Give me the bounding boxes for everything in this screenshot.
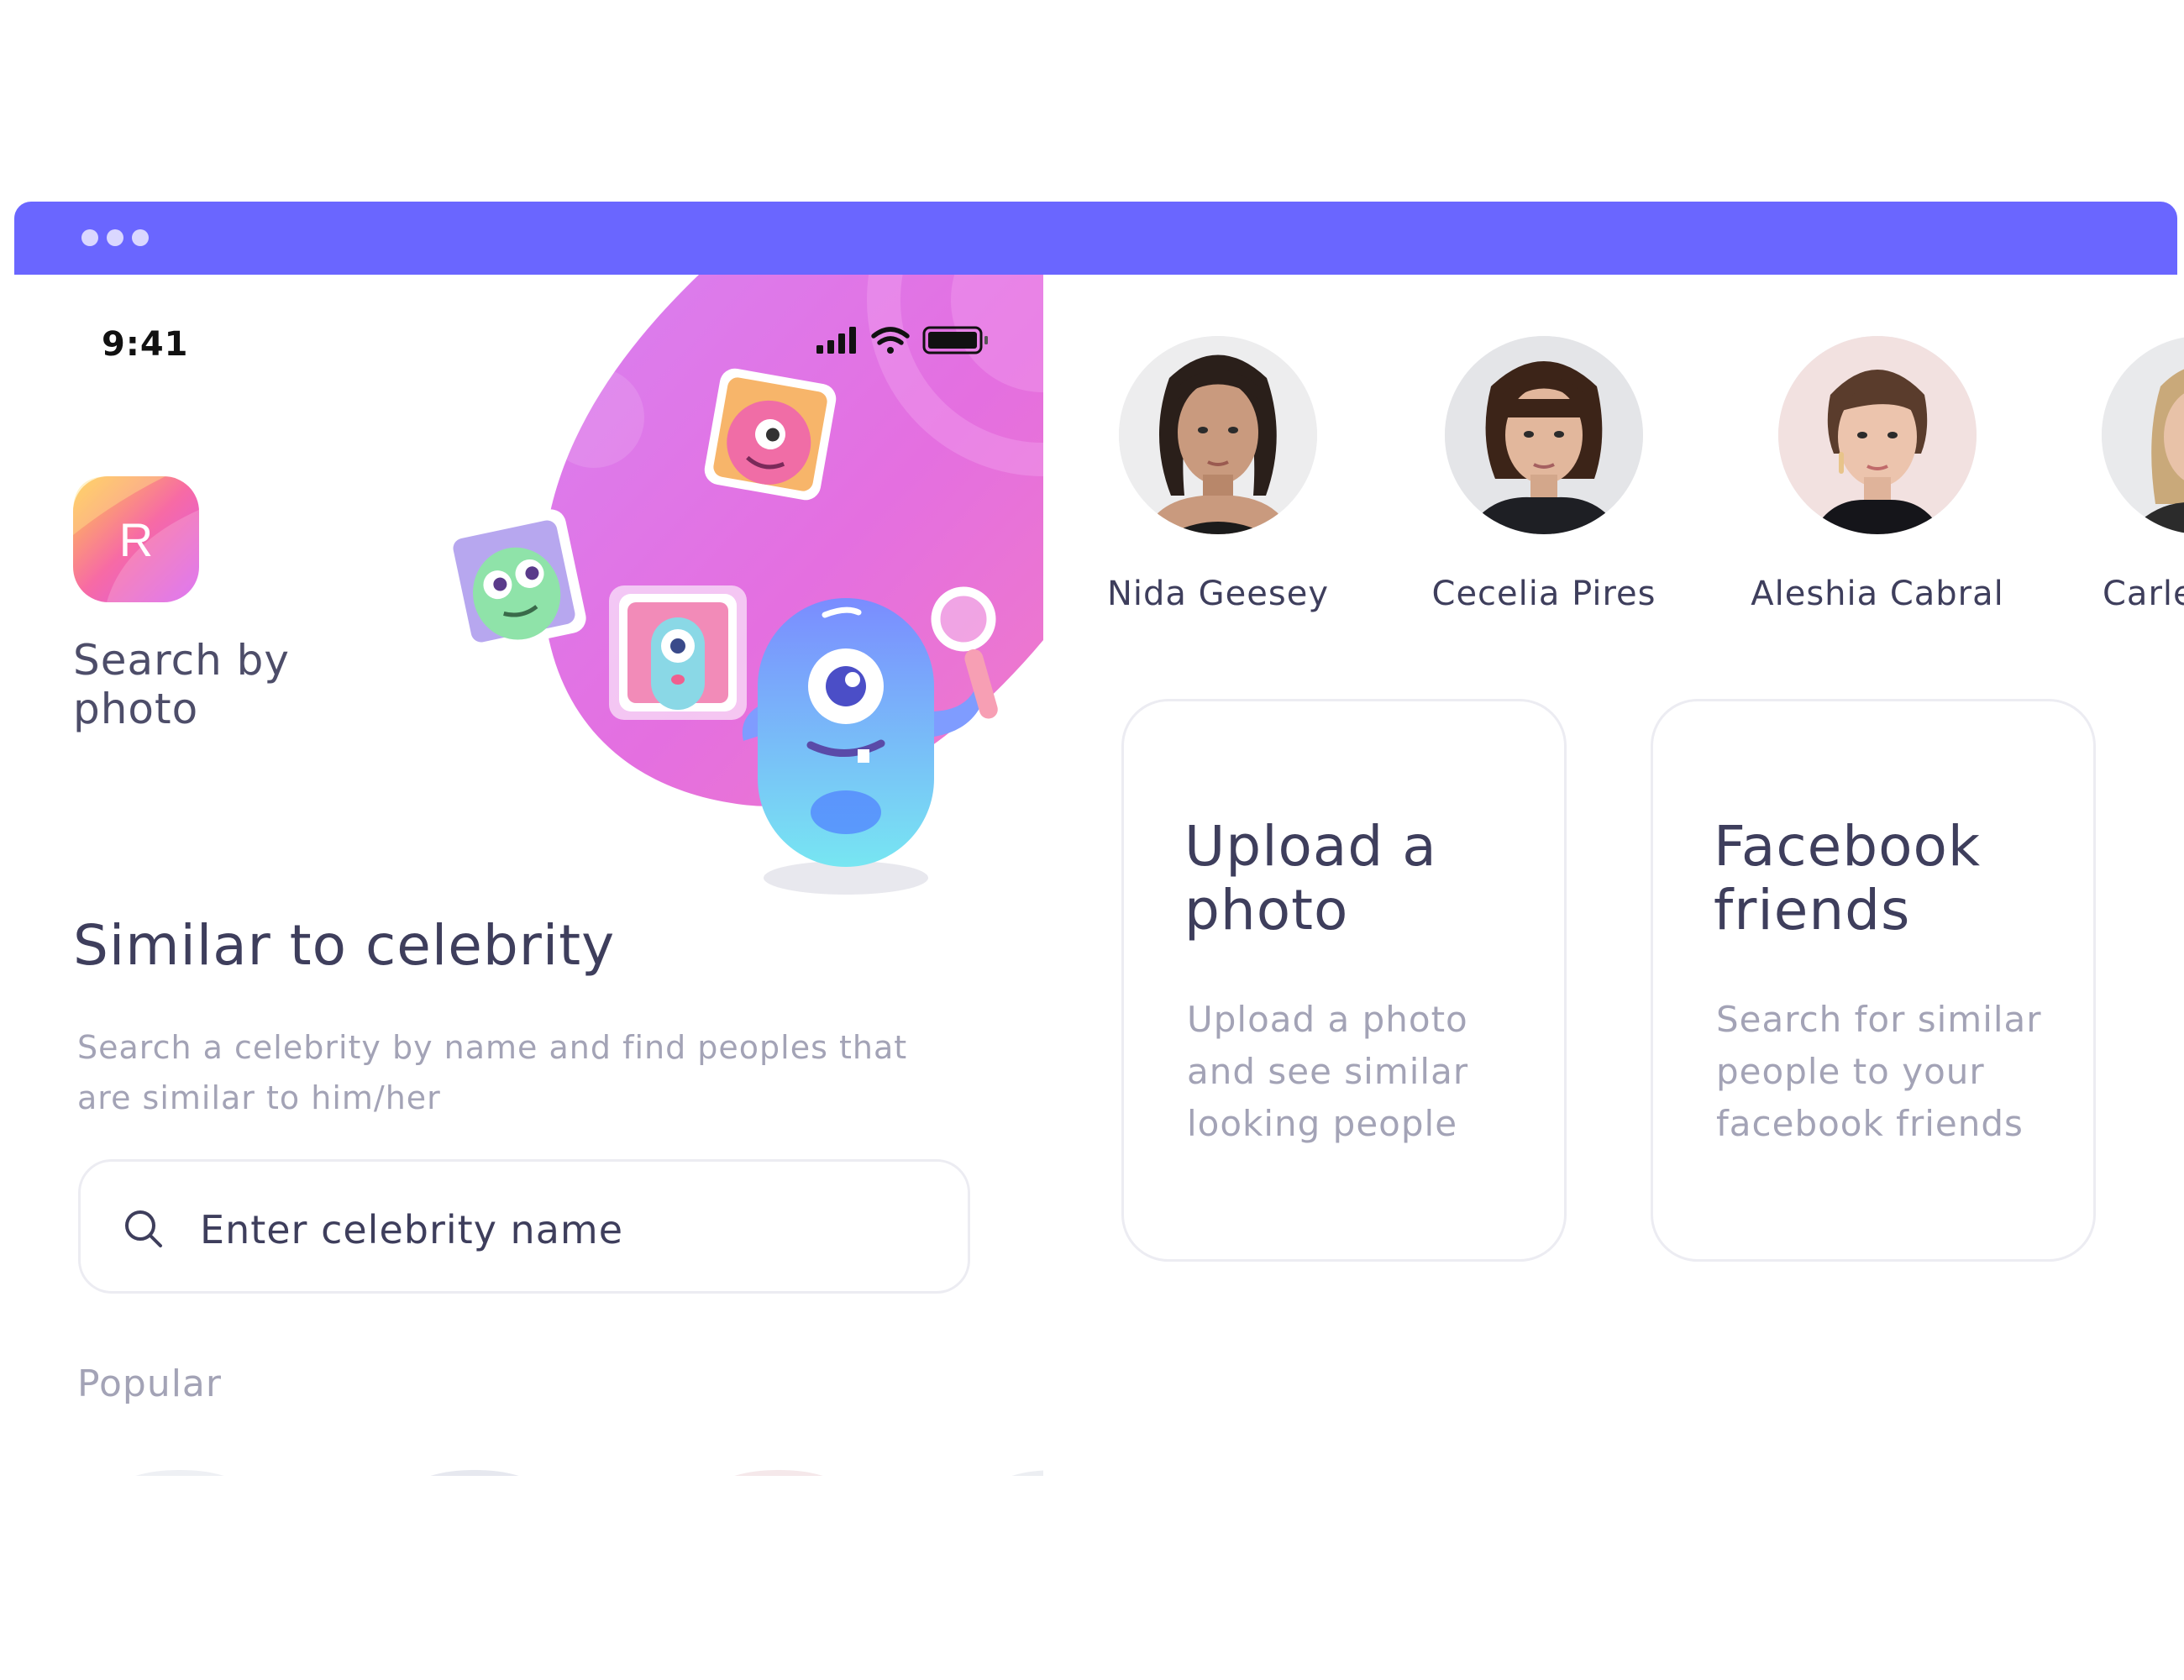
- celebrity-name: Carle: [2103, 575, 2184, 613]
- showcase-frame: 9:41 R Search by photo Similar to celebr…: [0, 0, 2184, 1680]
- celebrity-name: Aleshia Cabral: [1751, 575, 2004, 613]
- celebrity-card[interactable]: Nida Geesey: [1058, 336, 1378, 613]
- battery-icon: [922, 326, 988, 354]
- feature-description: Upload a photo and see similar looking p…: [1187, 999, 1469, 1144]
- upload-photo-card[interactable]: Upload a photo Upload a photo and see si…: [1121, 699, 1567, 1262]
- popular-avatars-peek: [135, 1470, 1043, 1476]
- feature-title: Upload a photo: [1184, 814, 1437, 942]
- celebrity-card[interactable]: Carle: [2048, 336, 2184, 613]
- celebrity-name: Nida Geesey: [1107, 575, 1329, 613]
- popular-label: Popular: [77, 1362, 222, 1405]
- feature-title: Facebook friends: [1714, 814, 1982, 942]
- cellular-signal-icon: [816, 327, 856, 354]
- avatar: [1445, 336, 1643, 534]
- logo-letter: R: [118, 512, 154, 566]
- celebrity-card[interactable]: Cecelia Pires: [1384, 336, 1704, 613]
- status-bar-icons: [816, 325, 1014, 362]
- celebrity-card[interactable]: Aleshia Cabral: [1718, 336, 2037, 613]
- celebrity-name: Cecelia Pires: [1431, 575, 1656, 613]
- avatar: [2102, 336, 2184, 534]
- avatar: [1778, 336, 1977, 534]
- status-bar-time: 9:41: [102, 325, 189, 364]
- monster-card-pink: [704, 368, 837, 501]
- app-logo: R: [73, 476, 199, 602]
- window-dot[interactable]: [81, 229, 98, 246]
- facebook-friends-card[interactable]: Facebook friends Search for similar peop…: [1651, 699, 2096, 1262]
- celebrity-section-title: Similar to celebrity: [73, 913, 616, 978]
- window-dot[interactable]: [107, 229, 123, 246]
- window-title-bar: [14, 202, 2177, 275]
- avatar-peek: [430, 1470, 519, 1476]
- avatar-peek: [734, 1470, 823, 1476]
- avatar: [1119, 336, 1317, 534]
- feature-description: Search for similar people to your facebo…: [1716, 999, 2042, 1144]
- celebrity-search-box[interactable]: [78, 1159, 970, 1294]
- phone-screen: 9:41 R Search by photo Similar to celebr…: [14, 275, 1043, 1476]
- celebrity-section-description: Search a celebrity by name and find peop…: [77, 1029, 908, 1116]
- window-controls: [81, 229, 149, 246]
- celebrity-search-input[interactable]: [198, 1195, 941, 1264]
- app-title: Search by photo: [73, 636, 290, 733]
- window-dot[interactable]: [132, 229, 149, 246]
- search-icon: [124, 1210, 163, 1252]
- monster-card-green: [442, 509, 586, 654]
- wifi-icon: [871, 327, 910, 354]
- avatar-peek: [135, 1470, 224, 1476]
- blob-spot: [543, 367, 644, 468]
- monster-card-teal: [609, 585, 747, 720]
- avatar-peek: [1011, 1470, 1043, 1476]
